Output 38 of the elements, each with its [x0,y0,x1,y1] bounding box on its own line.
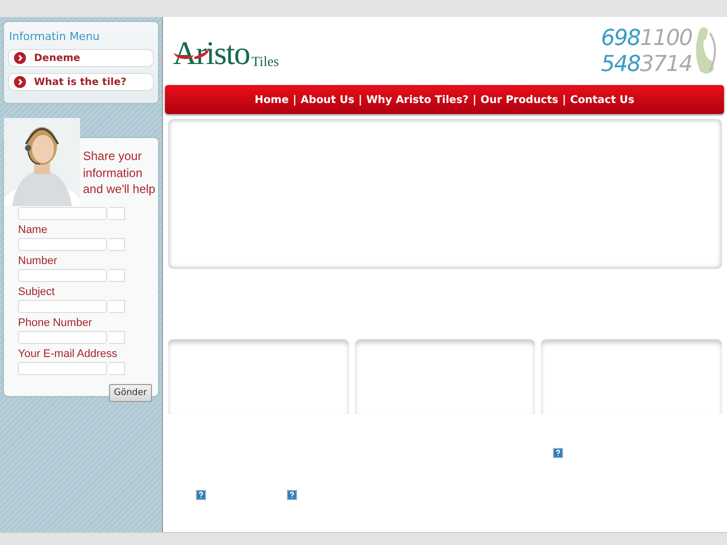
form-intro: Share your information and we'll help [83,148,156,198]
nav-link[interactable]: Why Aristo Tiles? [366,94,469,106]
nav-link[interactable]: About Us [300,94,354,106]
nav-link[interactable]: Contact Us [570,94,634,106]
nav-separator: | [472,94,476,106]
menu-item[interactable]: Deneme [8,49,154,67]
nav-separator: | [358,94,362,106]
input-field[interactable] [18,238,107,251]
field-label: Name [18,223,48,237]
logo-suffix: Tiles [252,56,280,71]
input-field[interactable] [18,300,107,313]
menu-item[interactable]: What is the tile? [8,73,154,91]
menu-title: Informatin Menu [9,30,101,43]
field-addon [109,331,125,344]
nav-separator: | [292,94,297,106]
field-addon [109,269,125,282]
broken-image-icon [196,490,206,500]
input-field[interactable] [18,269,107,282]
field-addon [109,238,125,251]
broken-image-icon [553,448,563,458]
broken-image-icon [287,490,297,500]
phone-number: 6981100 [601,26,692,52]
field-addon [109,362,125,375]
input-field[interactable] [18,207,107,220]
field-label: Phone Number [18,316,92,330]
logo-name: Aristo [173,38,250,71]
nav-link[interactable]: Home [254,94,289,106]
input-field[interactable] [18,331,107,344]
field-addon [109,300,125,313]
field-addon [109,207,125,220]
field-label: Subject [18,285,55,299]
phone-number: 5483714 [601,52,692,78]
nav-separator: | [562,94,566,106]
field-label: Number [18,254,58,268]
field-label: Your E-mail Address [18,347,118,361]
submit-button[interactable]: Gönder [108,384,152,402]
input-field[interactable] [18,362,107,375]
nav-link[interactable]: Our Products [480,94,558,106]
